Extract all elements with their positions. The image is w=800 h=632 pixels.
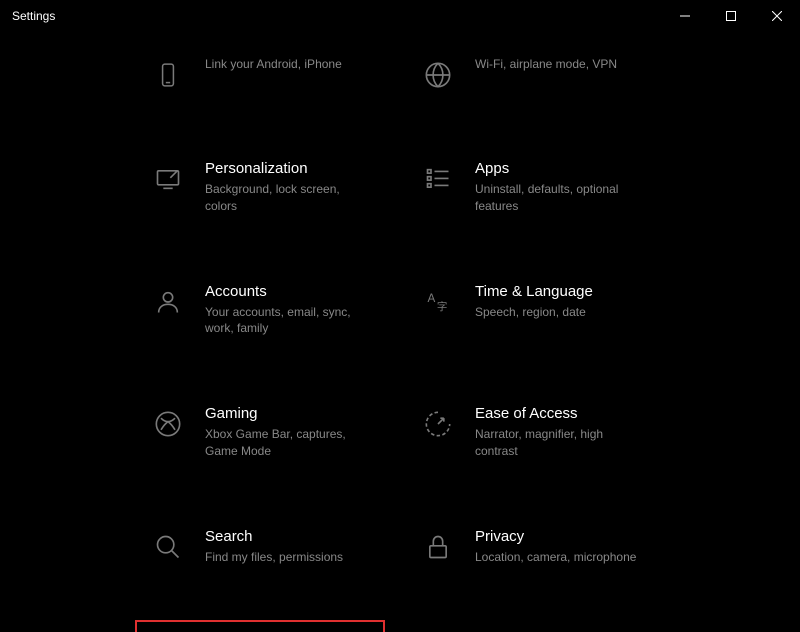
- category-title: Privacy: [475, 528, 636, 545]
- time-language-icon: A字: [421, 285, 455, 319]
- window-title: Settings: [12, 9, 55, 23]
- category-gaming[interactable]: Gaming Xbox Game Bar, captures, Game Mod…: [135, 391, 385, 474]
- category-desc: Xbox Game Bar, captures, Game Mode: [205, 426, 369, 460]
- xbox-icon: [151, 407, 185, 441]
- category-title: Accounts: [205, 283, 369, 300]
- category-privacy[interactable]: Privacy Location, camera, microphone: [405, 514, 655, 580]
- category-phone[interactable]: Link your Android, iPhone: [135, 42, 385, 106]
- paintbrush-icon: [151, 162, 185, 196]
- window-controls: [662, 0, 800, 32]
- category-network[interactable]: Wi-Fi, airplane mode, VPN: [405, 42, 655, 106]
- person-icon: [151, 285, 185, 319]
- ease-of-access-icon: [421, 407, 455, 441]
- category-desc: Narrator, magnifier, high contrast: [475, 426, 639, 460]
- category-title: Apps: [475, 160, 639, 177]
- category-desc: Your accounts, email, sync, work, family: [205, 304, 369, 338]
- minimize-button[interactable]: [662, 0, 708, 32]
- settings-content: Link your Android, iPhone Wi-Fi, airplan…: [0, 32, 800, 632]
- lock-icon: [421, 530, 455, 564]
- category-title: Search: [205, 528, 343, 545]
- category-desc: Speech, region, date: [475, 304, 593, 321]
- category-desc: Uninstall, defaults, optional features: [475, 181, 639, 215]
- close-button[interactable]: [754, 0, 800, 32]
- category-grid: Link your Android, iPhone Wi-Fi, airplan…: [135, 42, 800, 632]
- svg-text:A: A: [428, 292, 436, 305]
- category-search[interactable]: Search Find my files, permissions: [135, 514, 385, 580]
- svg-text:字: 字: [437, 300, 448, 313]
- category-desc: Find my files, permissions: [205, 549, 343, 566]
- category-title: Time & Language: [475, 283, 593, 300]
- category-time-language[interactable]: A字 Time & Language Speech, region, date: [405, 269, 655, 352]
- category-desc: Wi-Fi, airplane mode, VPN: [475, 56, 617, 73]
- titlebar: Settings: [0, 0, 800, 32]
- category-ease-of-access[interactable]: Ease of Access Narrator, magnifier, high…: [405, 391, 655, 474]
- category-title: Gaming: [205, 405, 369, 422]
- category-desc: Location, camera, microphone: [475, 549, 636, 566]
- maximize-button[interactable]: [708, 0, 754, 32]
- globe-icon: [421, 58, 455, 92]
- category-apps[interactable]: Apps Uninstall, defaults, optional featu…: [405, 146, 655, 229]
- category-title: Ease of Access: [475, 405, 639, 422]
- category-update-security[interactable]: Update & Security Windows Update, recove…: [135, 620, 385, 632]
- category-desc: Link your Android, iPhone: [205, 56, 342, 73]
- search-icon: [151, 530, 185, 564]
- category-accounts[interactable]: Accounts Your accounts, email, sync, wor…: [135, 269, 385, 352]
- category-title: Personalization: [205, 160, 369, 177]
- phone-icon: [151, 58, 185, 92]
- category-desc: Background, lock screen, colors: [205, 181, 369, 215]
- apps-list-icon: [421, 162, 455, 196]
- category-personalization[interactable]: Personalization Background, lock screen,…: [135, 146, 385, 229]
